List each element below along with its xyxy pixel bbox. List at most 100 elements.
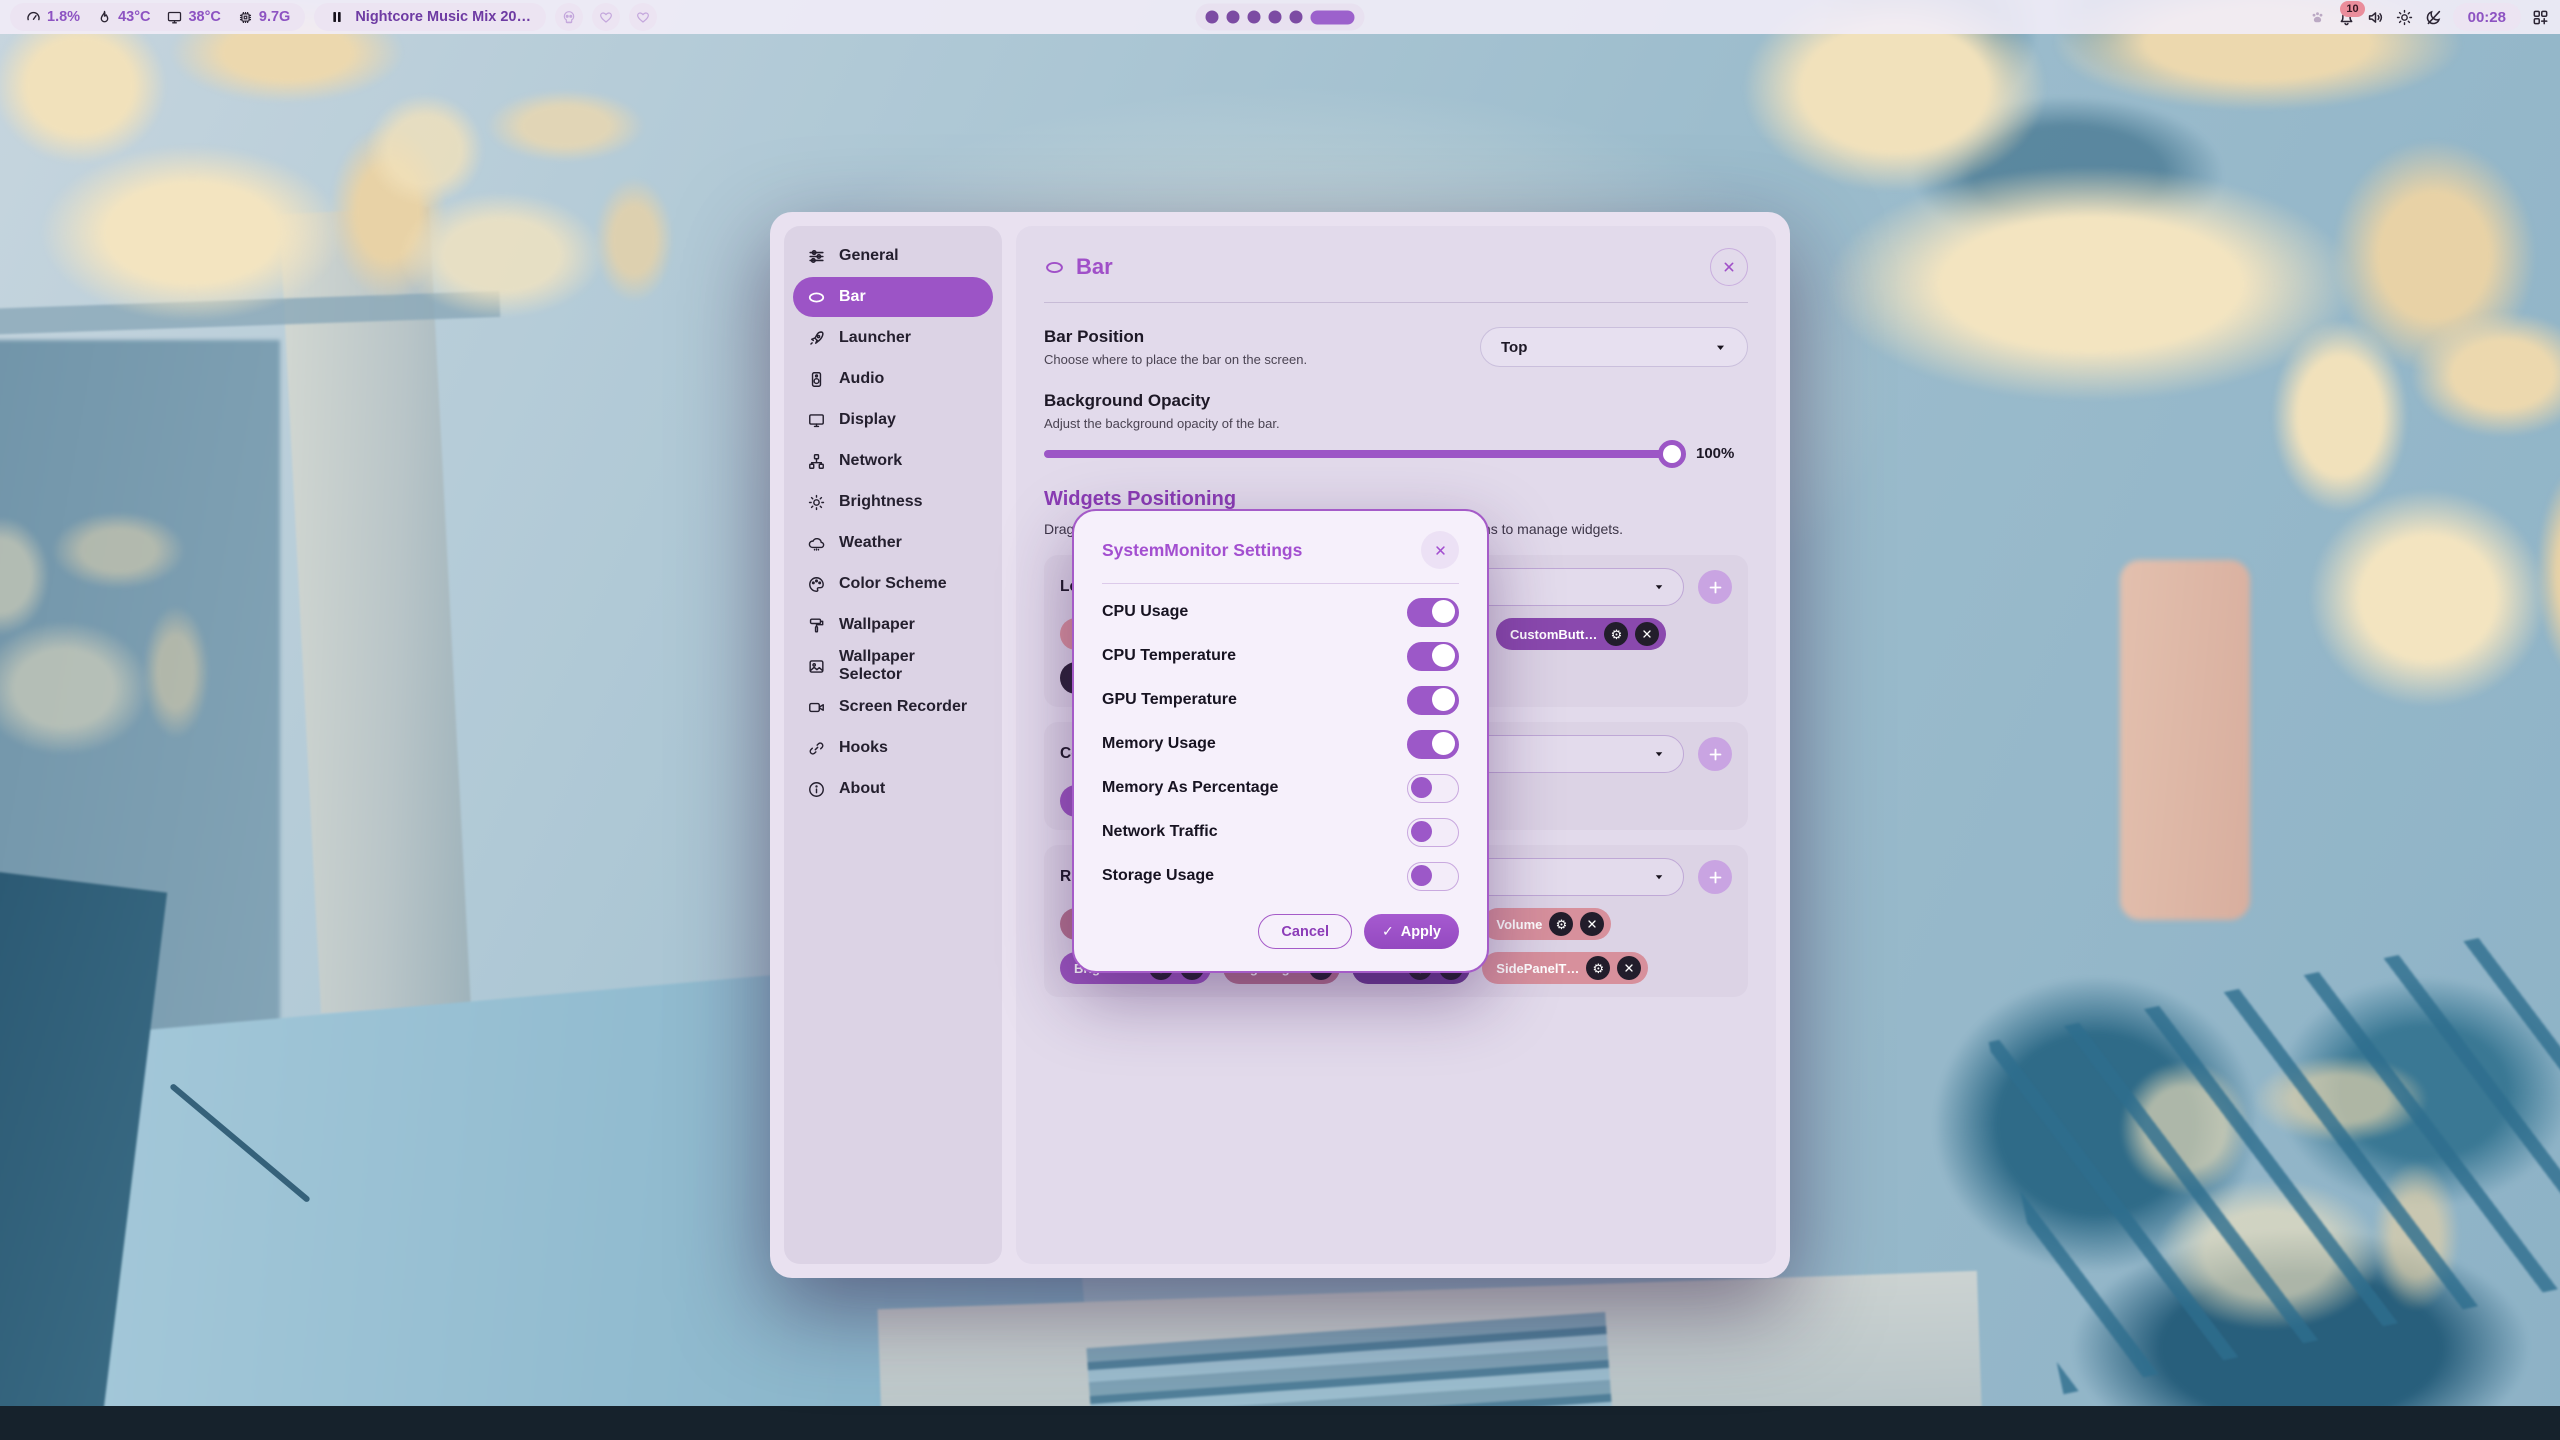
- sidebar-item[interactable]: Launcher: [793, 318, 993, 358]
- sidebar-item-label: Bar: [839, 288, 866, 306]
- bar-position-select[interactable]: Top: [1480, 327, 1748, 367]
- widget-chip[interactable]: Volume ⚙: [1482, 908, 1611, 940]
- notifications-button[interactable]: 10: [2337, 8, 2356, 27]
- sidebar-item-icon: [807, 534, 826, 553]
- quick-button-icon: [561, 9, 577, 25]
- widget-settings-button[interactable]: ⚙: [1586, 956, 1610, 980]
- background-opacity-slider[interactable]: [1044, 450, 1682, 458]
- toggle-switch[interactable]: [1407, 818, 1459, 847]
- toggle-switch[interactable]: [1407, 686, 1459, 715]
- metric: 9.7G: [237, 9, 290, 26]
- sidebar-item[interactable]: Brightness: [793, 482, 993, 522]
- workspace-dot[interactable]: [1248, 11, 1261, 24]
- sidebar-item[interactable]: About: [793, 769, 993, 809]
- dialog-close-button[interactable]: [1421, 531, 1459, 569]
- clock[interactable]: 00:28: [2453, 3, 2521, 31]
- toggle-knob: [1432, 644, 1455, 667]
- sidebar-item[interactable]: Wallpaper: [793, 605, 993, 645]
- workspace-indicator[interactable]: [1196, 4, 1365, 31]
- night-light-button[interactable]: [2424, 8, 2443, 27]
- sidebar-item[interactable]: Bar: [793, 277, 993, 317]
- sidebar-item-label: Brightness: [839, 493, 923, 511]
- tray-app-icon[interactable]: [2308, 8, 2327, 27]
- metric-icon: [25, 9, 42, 26]
- workspace-dot[interactable]: [1269, 11, 1282, 24]
- sidebar-item-icon: [807, 493, 826, 512]
- volume-button[interactable]: [2366, 8, 2385, 27]
- sidebar-item[interactable]: Color Scheme: [793, 564, 993, 604]
- toggle-switch[interactable]: [1407, 774, 1459, 803]
- bar-position-value: Top: [1501, 339, 1527, 356]
- quick-button[interactable]: [555, 3, 583, 31]
- window-close-button[interactable]: [1710, 248, 1748, 286]
- sidebar-item[interactable]: Hooks: [793, 728, 993, 768]
- sidebar-item-label: Wallpaper: [839, 616, 915, 634]
- background-opacity-value: 100%: [1696, 445, 1748, 462]
- sidebar-item[interactable]: Screen Recorder: [793, 687, 993, 727]
- widget-chip-label: SidePanelT…: [1496, 961, 1579, 976]
- sidebar-item-icon: [807, 411, 826, 430]
- apply-button[interactable]: ✓ Apply: [1364, 914, 1459, 949]
- widget-remove-button[interactable]: [1617, 956, 1641, 980]
- sidebar-item[interactable]: Network: [793, 441, 993, 481]
- toggle-switch[interactable]: [1407, 598, 1459, 627]
- toggle-knob: [1432, 732, 1455, 755]
- toggle-row: Memory Usage: [1102, 722, 1459, 766]
- widget-settings-button[interactable]: ⚙: [1604, 622, 1628, 646]
- quick-button[interactable]: [629, 3, 657, 31]
- sidebar-item[interactable]: Wallpaper Selector: [793, 646, 993, 686]
- sidebar-item-label: Screen Recorder: [839, 698, 967, 716]
- bar-position-description: Choose where to place the bar on the scr…: [1044, 352, 1307, 367]
- sidebar-item-label: Wallpaper Selector: [839, 648, 979, 684]
- quick-button-icon: [598, 9, 614, 25]
- sidebar-item-icon: [807, 616, 826, 635]
- sidebar-item-icon: [807, 247, 826, 266]
- app-grid-button[interactable]: [2531, 8, 2550, 27]
- slider-thumb[interactable]: [1658, 440, 1686, 468]
- sidebar-item[interactable]: General: [793, 236, 993, 276]
- sidebar-item[interactable]: Audio: [793, 359, 993, 399]
- sidebar-item[interactable]: Display: [793, 400, 993, 440]
- toggle-switch[interactable]: [1407, 730, 1459, 759]
- widget-chip-label: Volume: [1496, 917, 1542, 932]
- widget-settings-button[interactable]: ⚙: [1549, 912, 1573, 936]
- toggle-knob: [1432, 600, 1455, 623]
- cancel-button[interactable]: Cancel: [1258, 914, 1352, 949]
- toggle-row: CPU Temperature: [1102, 634, 1459, 678]
- workspace-dot[interactable]: [1290, 11, 1303, 24]
- sidebar-item-icon: [807, 329, 826, 348]
- desktop: 1.8% 43°C 38°C 9.7G Nightcore Music Mix …: [0, 0, 2560, 1440]
- widget-chip[interactable]: SidePanelT… ⚙: [1482, 952, 1648, 984]
- add-widget-button[interactable]: [1698, 570, 1732, 604]
- metric: 38°C: [166, 9, 220, 26]
- add-widget-button[interactable]: [1698, 737, 1732, 771]
- plus-icon: [1707, 869, 1724, 886]
- widget-remove-button[interactable]: [1635, 622, 1659, 646]
- toggle-knob: [1432, 688, 1455, 711]
- sidebar-item-label: Hooks: [839, 739, 888, 757]
- add-widget-button[interactable]: [1698, 860, 1732, 894]
- sidebar-item[interactable]: Weather: [793, 523, 993, 563]
- media-player-module[interactable]: Nightcore Music Mix 20…: [314, 3, 546, 31]
- apply-label: Apply: [1401, 924, 1441, 940]
- workspace-dot[interactable]: [1311, 10, 1355, 24]
- brightness-button[interactable]: [2395, 8, 2414, 27]
- toggle-row: GPU Temperature: [1102, 678, 1459, 722]
- toggle-switch[interactable]: [1407, 862, 1459, 891]
- sidebar-item-icon: [807, 780, 826, 799]
- toggle-knob: [1411, 865, 1432, 886]
- widget-chip[interactable]: CustomButt… ⚙: [1496, 618, 1666, 650]
- widget-remove-button[interactable]: [1580, 912, 1604, 936]
- sidebar-item-label: About: [839, 780, 885, 798]
- metric-icon: [96, 9, 113, 26]
- toggle-row: Storage Usage: [1102, 854, 1459, 898]
- toggle-switch[interactable]: [1407, 642, 1459, 671]
- chevron-down-icon: [1714, 341, 1727, 354]
- workspace-dot[interactable]: [1227, 11, 1240, 24]
- pause-icon[interactable]: [329, 9, 345, 25]
- toggle-label: CPU Temperature: [1102, 647, 1236, 665]
- check-icon: ✓: [1382, 923, 1394, 940]
- chevron-down-icon: [1653, 871, 1665, 883]
- workspace-dot[interactable]: [1206, 11, 1219, 24]
- quick-button[interactable]: [592, 3, 620, 31]
